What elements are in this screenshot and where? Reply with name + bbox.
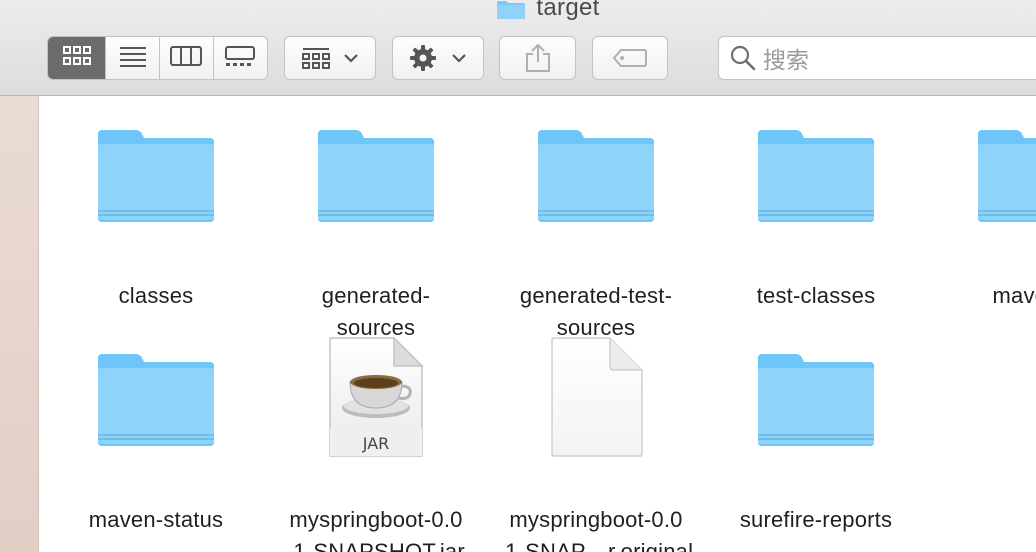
folder-icon — [266, 126, 486, 256]
file-item-surefire-reports[interactable]: surefire-reports — [706, 350, 926, 550]
file-label-line: .1-SNAP…r.original — [498, 539, 694, 552]
file-label-line: generated- — [321, 283, 431, 308]
file-item-jar[interactable]: JAR myspringboot-0.0 .1-SNAPSHOT.jar — [266, 336, 486, 552]
folder-icon — [706, 350, 926, 480]
file-item-classes[interactable]: classes — [46, 126, 266, 346]
file-item-generated-test-sources[interactable]: generated-test- sources — [486, 126, 706, 346]
file-label-line: classes — [118, 283, 194, 308]
folder-icon — [486, 126, 706, 256]
file-label: maven-status — [46, 504, 266, 536]
tags-button[interactable] — [592, 36, 668, 80]
sidebar-edge — [0, 96, 39, 552]
folder-icon — [926, 126, 1036, 256]
icon-view-button[interactable] — [48, 37, 107, 79]
gallery-view-button[interactable] — [214, 37, 268, 79]
file-item-original[interactable]: myspringboot-0.0 .1-SNAP…r.original — [486, 336, 706, 552]
magnifier-icon — [729, 44, 757, 72]
file-label: myspringboot-0.0 .1-SNAP…r.original — [486, 504, 706, 552]
folder-icon — [706, 126, 926, 256]
file-item-test-classes[interactable]: test-classes — [706, 126, 926, 346]
file-label-line: generated-test- — [519, 283, 673, 308]
columns-icon — [170, 45, 203, 72]
column-view-button[interactable] — [160, 37, 214, 79]
search-field[interactable]: 搜索 — [718, 36, 1036, 80]
file-label: surefire-reports — [706, 504, 926, 536]
file-label-line: maven-a — [992, 283, 1036, 308]
grid-icon — [301, 46, 331, 70]
file-label-line: test-classes — [756, 283, 876, 308]
folder-icon — [46, 350, 266, 480]
file-label-line: surefire-reports — [739, 507, 893, 532]
tag-icon — [612, 48, 648, 68]
file-label-line: maven-status — [88, 507, 224, 532]
file-label: maven-a — [926, 280, 1036, 312]
file-label: generated- sources — [266, 280, 486, 344]
list-view-button[interactable] — [106, 37, 160, 79]
file-label-line: myspringboot-0.0 — [289, 507, 463, 532]
file-label-line: .1-SNAPSHOT.jar — [287, 539, 465, 552]
file-label: generated-test- sources — [486, 280, 706, 344]
window-title-text: target — [536, 0, 600, 21]
gallery-icon — [224, 45, 256, 72]
search-placeholder: 搜索 — [763, 48, 809, 74]
group-by-button[interactable] — [284, 36, 376, 80]
grid-icon — [62, 45, 92, 72]
folder-icon — [496, 0, 526, 20]
file-grid: classes generated- sources generated-tes… — [39, 96, 1036, 552]
chevron-down-icon — [451, 53, 467, 63]
share-button[interactable] — [499, 36, 576, 80]
view-mode-control — [47, 36, 268, 80]
file-label: classes — [46, 280, 266, 312]
file-item-maven-status[interactable]: maven-status — [46, 350, 266, 550]
gear-icon — [409, 44, 437, 72]
file-label: myspringboot-0.0 .1-SNAPSHOT.jar — [266, 504, 486, 552]
file-label-line: myspringboot-0.0 — [509, 507, 683, 532]
file-item-maven-a[interactable]: maven-a — [926, 126, 1036, 346]
list-icon — [118, 45, 148, 72]
action-button[interactable] — [392, 36, 484, 80]
jar-file-icon: JAR — [266, 336, 486, 466]
window-title: target — [0, 0, 1036, 23]
document-icon — [486, 336, 706, 466]
file-item-generated-sources[interactable]: generated- sources — [266, 126, 486, 346]
chevron-down-icon — [343, 53, 359, 63]
file-label: test-classes — [706, 280, 926, 312]
folder-icon — [46, 126, 266, 256]
jar-badge-label: JAR — [362, 434, 390, 453]
finder-toolbar: target 搜索 — [0, 0, 1036, 96]
share-icon — [525, 43, 551, 73]
